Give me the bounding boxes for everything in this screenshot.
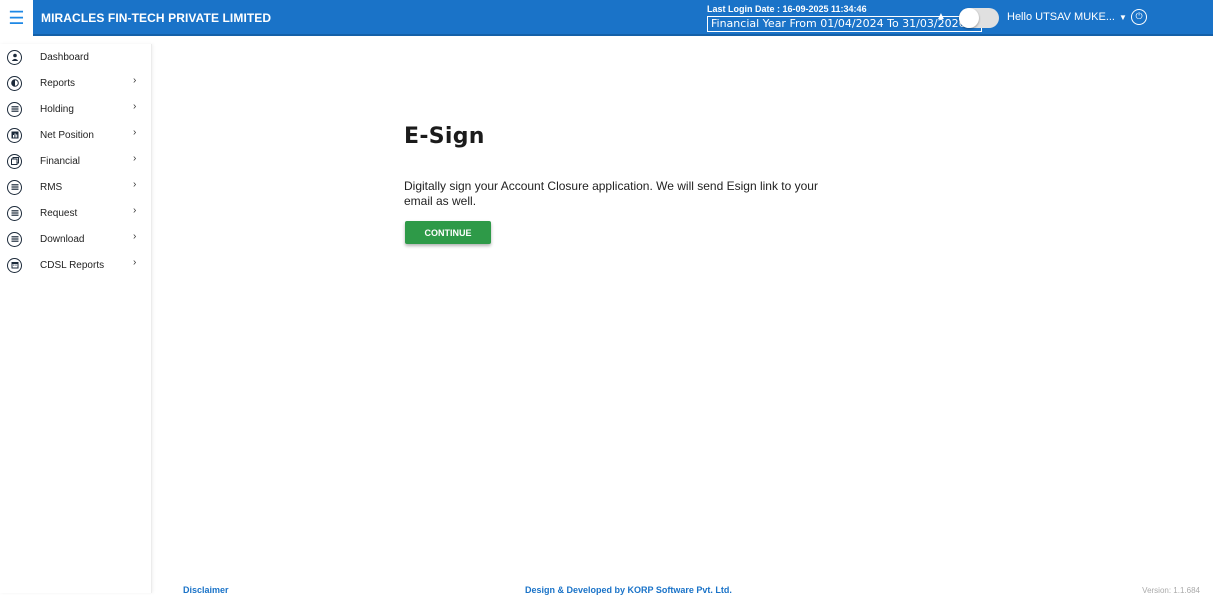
theme-toggle[interactable] (959, 8, 999, 28)
sidebar-item-dashboard[interactable]: Dashboard (0, 44, 151, 70)
calendar-icon (7, 257, 22, 273)
copy-icon (7, 153, 22, 169)
sidebar-item-rms[interactable]: RMS › (0, 174, 151, 200)
sidebar-item-download[interactable]: Download › (0, 226, 151, 252)
developer-credit-link[interactable]: Design & Developed by KORP Software Pvt.… (525, 585, 732, 595)
chevron-right-icon: › (133, 231, 137, 242)
sidebar: Dashboard Reports › Holding › Net Positi… (0, 44, 152, 593)
toggle-knob (959, 8, 979, 28)
top-bar: ☰ MIRACLES FIN-TECH PRIVATE LIMITED Last… (0, 0, 1213, 36)
page-title: E-Sign (404, 124, 485, 149)
sidebar-item-label: Request (40, 207, 78, 219)
esign-description: Digitally sign your Account Closure appl… (404, 179, 818, 208)
version-label: Version: 1.1.684 (1142, 586, 1200, 595)
continue-button[interactable]: CONTINUE (405, 221, 491, 244)
sidebar-item-net-position[interactable]: Net Position › (0, 122, 151, 148)
disclaimer-link[interactable]: Disclaimer (183, 585, 229, 595)
chevron-down-icon: ▼ (1119, 13, 1127, 22)
chart-icon (7, 127, 22, 143)
sidebar-item-label: RMS (40, 181, 63, 193)
chevron-right-icon: › (133, 257, 137, 268)
sidebar-item-reports[interactable]: Reports › (0, 70, 151, 96)
sidebar-item-label: Download (40, 233, 85, 245)
list-icon (7, 205, 22, 221)
chevron-right-icon: › (133, 101, 137, 112)
sidebar-item-label: Holding (40, 103, 74, 115)
sidebar-item-financial[interactable]: Financial › (0, 148, 151, 174)
list-icon (7, 179, 22, 195)
sidebar-item-label: CDSL Reports (40, 259, 105, 271)
hamburger-menu-icon[interactable]: ☰ (0, 0, 33, 36)
sidebar-item-holding[interactable]: Holding › (0, 96, 151, 122)
sidebar-item-request[interactable]: Request › (0, 200, 151, 226)
half-circle-icon (7, 75, 22, 91)
financial-year-value: Financial Year From 01/04/2024 To 31/03/… (711, 17, 966, 30)
sidebar-item-label: Reports (40, 77, 76, 89)
sidebar-item-label: Dashboard (40, 51, 89, 63)
sidebar-item-label: Net Position (40, 129, 94, 141)
sidebar-item-cdsl-reports[interactable]: CDSL Reports › (0, 252, 151, 278)
chevron-right-icon: › (133, 127, 137, 138)
user-icon (7, 49, 22, 65)
user-greeting: Hello UTSAV MUKE... (1007, 11, 1115, 23)
chevron-right-icon: › (133, 153, 137, 164)
chevron-right-icon: › (133, 205, 137, 216)
chevron-right-icon: › (133, 75, 137, 86)
list-icon (7, 231, 22, 247)
user-menu[interactable]: Hello UTSAV MUKE... ▼ (1007, 11, 1127, 23)
power-icon[interactable]: ⏻ (1131, 9, 1147, 25)
user-icon: ▲ (936, 11, 946, 22)
company-name: MIRACLES FIN-TECH PRIVATE LIMITED (41, 11, 272, 25)
chevron-right-icon: › (133, 179, 137, 190)
sidebar-item-label: Financial (40, 155, 81, 167)
list-icon (7, 101, 22, 117)
